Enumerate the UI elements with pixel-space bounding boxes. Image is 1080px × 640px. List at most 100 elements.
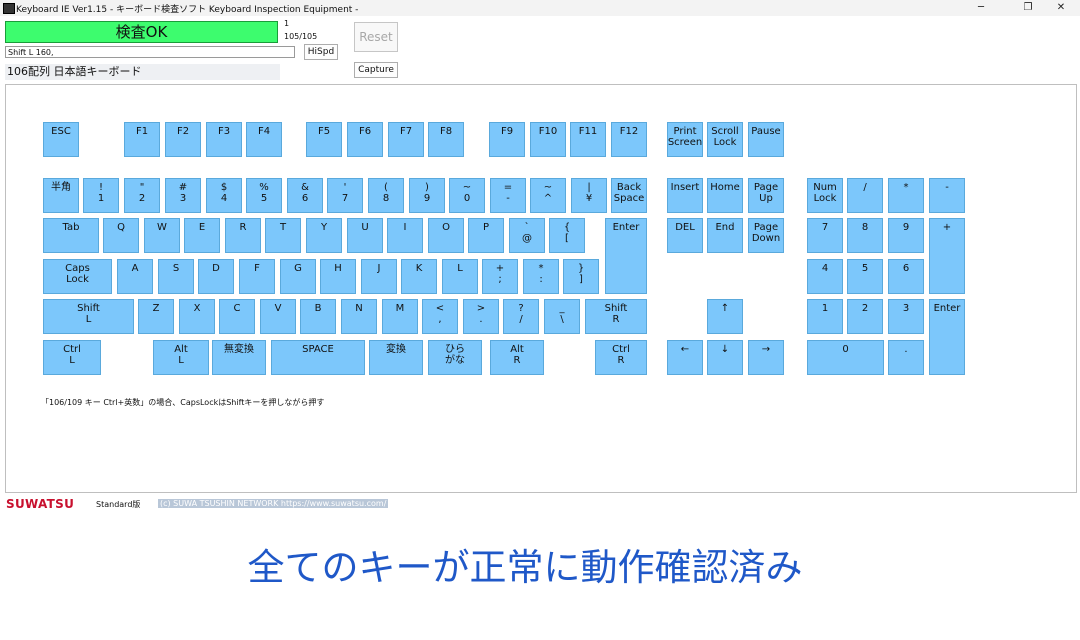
key-label: ~ [543, 182, 553, 193]
restore-button[interactable]: ❐ [1013, 0, 1043, 16]
key-label: V [274, 303, 282, 314]
key-sublabel: ¥ [585, 193, 593, 204]
key-at: ` @ [509, 218, 545, 253]
app-icon [3, 3, 15, 14]
key-scroll-lock: Scroll Lock [707, 122, 743, 157]
key-label: Ctrl [63, 344, 81, 355]
key-num-0: 0 [807, 340, 884, 375]
key-num-2: 2 [847, 299, 883, 334]
key-f12: F12 [611, 122, 647, 157]
key-label: 8 [861, 222, 869, 233]
key-pause: Pause [748, 122, 784, 157]
key-label: F10 [538, 126, 558, 137]
minimize-button[interactable]: ─ [966, 0, 996, 16]
key-o: O [428, 218, 464, 253]
key-num-9: 9 [888, 218, 924, 253]
key-label: ' [343, 182, 347, 193]
key-label: J [377, 263, 381, 274]
key-yen: | ¥ [571, 178, 607, 213]
key-num-5: 5 [847, 259, 883, 294]
key-num-8: 8 [847, 218, 883, 253]
key-caps-lock: Caps Lock [43, 259, 112, 294]
key-bracket-open: {[ [549, 218, 585, 253]
capture-button[interactable]: Capture [354, 62, 398, 78]
key-d: D [198, 259, 234, 294]
key-label: P [482, 222, 490, 233]
key-enter: Enter [605, 218, 647, 294]
key-sublabel: 0 [463, 193, 471, 204]
key-label: 7 [821, 222, 829, 233]
key-label: ( [384, 182, 388, 193]
copyright-link[interactable]: (c) SUWA TSUSHIN NETWORK https://www.suw… [158, 499, 389, 508]
key-label: = [503, 182, 513, 193]
key-sublabel: 2 [138, 193, 146, 204]
press-count: 1 [284, 19, 290, 28]
key-label: # [178, 182, 188, 193]
key-label: F [254, 263, 260, 274]
key-8: (8 [368, 178, 404, 213]
key-sublabel: [ [565, 233, 569, 244]
key-label: $ [220, 182, 228, 193]
key-label: Enter [612, 222, 640, 233]
key-caret: ~ ^ [530, 178, 566, 213]
key-label: 無変換 [224, 344, 254, 355]
key-label: W [157, 222, 167, 233]
key-label: 6 [902, 263, 910, 274]
key-label: 半角 [51, 182, 71, 193]
inspection-result: 検査OK [5, 21, 278, 43]
key-label: Page [753, 182, 779, 193]
key-label: M [395, 303, 405, 314]
key-hiragana: ひら がな [428, 340, 482, 375]
key-5: % 5 [246, 178, 282, 213]
reset-button[interactable]: Reset [354, 22, 398, 52]
key-sublabel: \ [560, 314, 564, 325]
key-log-input[interactable]: Shift L 160, [5, 46, 295, 58]
close-button[interactable]: ✕ [1046, 0, 1076, 16]
key-sublabel: 8 [382, 193, 390, 204]
key-label: N [355, 303, 363, 314]
key-label: E [198, 222, 206, 233]
hispd-button[interactable]: HiSpd [304, 44, 338, 60]
key-label: - [945, 182, 949, 193]
key-label: O [442, 222, 450, 233]
key-sublabel: L [85, 314, 92, 325]
key-arrow-up: ↑ [707, 299, 743, 334]
key-insert: Insert [667, 178, 703, 213]
key-hankaku: 半角 [43, 178, 79, 213]
key-label: Q [117, 222, 125, 233]
key-num-3: 3 [888, 299, 924, 334]
key-label: SPACE [302, 344, 334, 355]
key-n: N [341, 299, 377, 334]
key-alt-l: Alt L [153, 340, 209, 375]
key-sublabel: 4 [220, 193, 228, 204]
key-num-7: 7 [807, 218, 843, 253]
key-period: >. [463, 299, 499, 334]
key-label: Shift [604, 303, 628, 314]
key-f1: F1 [124, 122, 160, 157]
key-s: S [158, 259, 194, 294]
key-slash: ? / [503, 299, 539, 334]
key-label: Shift [77, 303, 100, 314]
key-shift-r: Shift R [585, 299, 647, 334]
key-6: & 6 [287, 178, 323, 213]
key-4: $4 [206, 178, 242, 213]
key-q: Q [103, 218, 139, 253]
key-num-enter: Enter [929, 299, 965, 375]
key-label: ) [425, 182, 429, 193]
key-count: 105/105 [284, 32, 318, 41]
key-9: ) 9 [409, 178, 445, 213]
key-label: Ctrl [612, 344, 630, 355]
key-label: ひら [445, 344, 465, 355]
key-label: ↓ [720, 344, 730, 355]
key-a: A [117, 259, 153, 294]
key-h: H [320, 259, 356, 294]
layout-label: 106配列 日本語キーボード [5, 64, 280, 80]
key-sublabel: 9 [423, 193, 431, 204]
key-sublabel: R [612, 314, 620, 325]
key-i: I [387, 218, 423, 253]
key-label: → [761, 344, 771, 355]
key-label: F6 [358, 126, 372, 137]
key-label: ESC [51, 126, 71, 137]
key-shift-l: Shift L [43, 299, 134, 334]
key-semicolon: +; [482, 259, 518, 294]
